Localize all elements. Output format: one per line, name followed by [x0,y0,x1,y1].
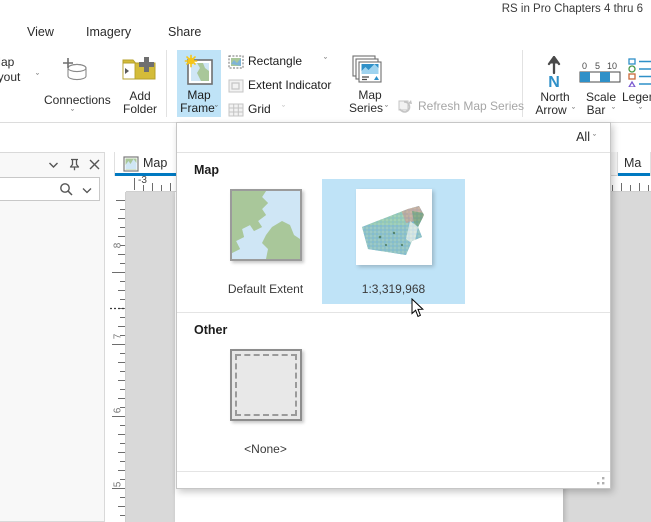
add-folder-icon[interactable] [122,56,156,84]
rectangle-chevron-down-icon[interactable]: ˇ [324,56,327,66]
raster-map-thumbnail [322,189,465,279]
gallery-item-caption: 1:3,319,968 [361,282,426,296]
grid-icon [228,102,244,118]
gallery-section-divider [177,312,610,313]
arcgis-pro-window: RS in Pro Chapters 4 thru 6 View Imagery… [0,0,651,522]
tab-imagery[interactable]: Imagery [86,25,131,39]
scale-bar-label-line2[interactable]: Bar [575,104,617,117]
map-frame-gallery-popup: All ˇ Map Default Extent 1:3,319,968 Oth… [176,122,611,489]
map-layout-label-line1[interactable]: Map [0,56,51,69]
legend-label[interactable]: Legen [622,91,651,104]
pane-menu-chevron-down-icon[interactable] [46,157,61,172]
close-icon[interactable] [87,157,102,172]
add-folder-label-line2[interactable]: Folder [118,103,162,116]
vertical-ruler-label: 8 [112,242,124,249]
gallery-filter-all[interactable]: All ˇ [576,130,596,144]
map-frame-label: Map Frameˇ [177,89,221,116]
gallery-item-default-extent[interactable]: Default Extent [194,179,337,304]
extent-indicator-icon [228,78,244,94]
connections-chevron-down-icon[interactable]: ˇ [71,108,74,118]
map-icon [123,156,139,172]
tab-view[interactable]: View [27,25,54,39]
left-dock-pane [0,152,105,522]
map-series-chevron-down-icon[interactable]: ˇ [385,104,388,114]
gallery-toolbar: All ˇ [177,123,610,153]
default-extent-thumbnail [194,189,337,279]
title-bar: RS in Pro Chapters 4 thru 6 [0,0,651,22]
gallery-item-none[interactable]: <None> [194,339,337,464]
north-arrow-label-line2[interactable]: Arrow [527,104,575,117]
database-connections-icon[interactable] [58,55,90,85]
gallery-section-title-other: Other [194,323,228,337]
map-layout-label-line2[interactable]: ayout [0,71,51,84]
legend-chevron-down-icon[interactable]: ˇ [639,106,642,116]
search-icon [59,182,74,197]
extent-indicator-label: Extent Indicator [248,78,332,92]
map-frame-label-line2: Frame [180,101,215,115]
map-frame-icon [183,54,215,86]
gallery-bottom-divider [177,471,610,472]
scale-bar-icon[interactable]: 0 5 10 [578,58,623,88]
document-tab-map2[interactable]: Ma [617,152,651,176]
grid-chevron-down-icon[interactable]: ˇ [282,104,285,114]
map-frame-label-line1: Map [187,88,211,102]
vertical-ruler[interactable]: 8 7 6 5 [110,192,126,522]
gallery-section-title-map: Map [194,163,219,177]
gallery-item-caption: Default Extent [227,282,304,296]
svg-text:10: 10 [607,61,617,71]
document-title: RS in Pro Chapters 4 thru 6 [501,3,643,15]
north-arrow-icon[interactable]: N [543,55,565,91]
search-dropdown-chevron-down-icon[interactable] [80,183,94,197]
none-thumbnail [194,349,337,439]
ribbon-separator [166,50,167,117]
ribbon-tab-strip: View Imagery Share [0,22,651,44]
ribbon-body: Map ayout ˇ Connections ˇ Add Folder [0,44,651,123]
svg-text:5: 5 [595,61,600,71]
gallery-filter-label: All [576,130,590,144]
horizontal-ruler-label: -3 [138,176,147,186]
resize-grip-icon[interactable] [597,475,606,485]
refresh-map-series-label[interactable]: Refresh Map Series [418,99,524,113]
document-tab-map2-label: Ma [624,156,642,170]
vertical-ruler-label: 6 [112,407,124,414]
search-input[interactable] [0,177,100,201]
vertical-ruler-label: 5 [112,481,124,488]
map-frame-chevron-down-icon[interactable]: ˇ [215,104,218,114]
scale-bar-chevron-down-icon[interactable]: ˇ [612,106,615,116]
pane-header [0,153,104,175]
legend-icon[interactable] [627,57,651,88]
gallery-item-scale-map[interactable]: 1:3,319,968 [322,179,465,304]
rectangle-icon [228,54,244,70]
map-series-label-line2[interactable]: Series [344,102,388,115]
tab-share[interactable]: Share [168,25,201,39]
svg-text:N: N [548,74,560,88]
rectangle-label: Rectangle [248,54,303,68]
refresh-icon [398,98,414,114]
mouse-cursor [411,297,425,318]
document-tab-map-label: Map [143,156,168,170]
pin-icon[interactable] [67,157,82,172]
gallery-item-caption: <None> [244,442,287,456]
grid-label: Grid [248,102,271,116]
map-layout-chevron-down-icon[interactable]: ˇ [36,72,39,82]
map-series-icon[interactable] [352,55,386,85]
vertical-ruler-label: 7 [112,333,124,340]
map-frame-button[interactable]: Map Frameˇ [177,50,221,117]
gallery-filter-chevron-down-icon: ˇ [593,133,596,143]
svg-text:0: 0 [582,61,587,71]
connections-label[interactable]: Connections [44,94,111,107]
